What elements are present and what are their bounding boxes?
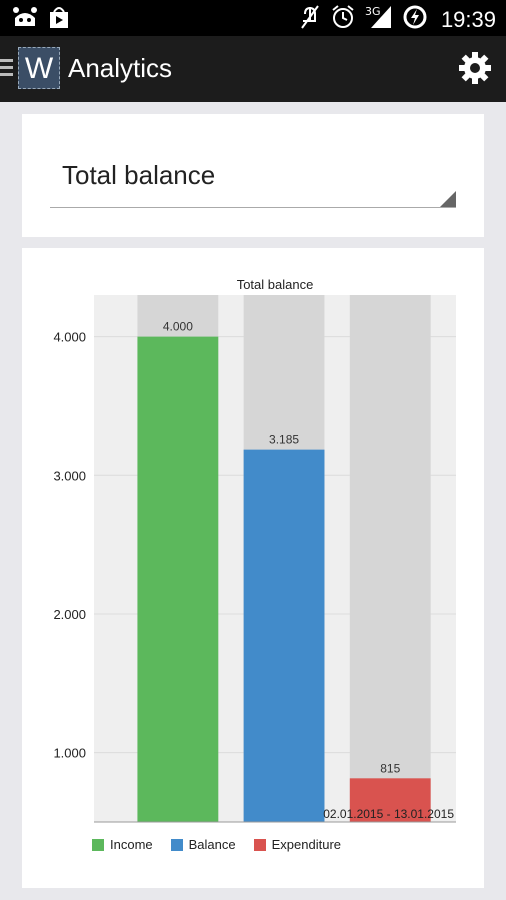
legend-label: Income — [110, 837, 153, 852]
legend-item-expenditure: Expenditure — [253, 837, 342, 852]
menu-icon[interactable] — [0, 59, 14, 79]
y-tick-label: 2.000 — [53, 607, 86, 622]
legend-swatch — [92, 838, 104, 851]
settings-button[interactable] — [458, 51, 492, 85]
chart-card: Total balance 1.000 2.000 3.000 4.000 4.000 3.… — [22, 248, 484, 888]
legend-label: Expenditure — [271, 837, 342, 852]
legend-swatch — [170, 838, 183, 851]
chart-title: Total balance — [237, 277, 314, 292]
x-axis-label: 02.01.2015 - 13.01.2015 — [323, 807, 454, 821]
play-store-icon — [48, 6, 70, 35]
legend-item-income: Income — [92, 837, 153, 852]
report-selector-card: Total balance — [22, 114, 484, 237]
y-tick-label: 4.000 — [53, 330, 86, 345]
gear-icon — [458, 52, 492, 89]
app-logo[interactable]: W — [18, 47, 60, 89]
bar-value-label: 3.185 — [269, 433, 299, 447]
dropdown-triangle-icon — [440, 191, 456, 207]
alarm-icon — [331, 4, 355, 35]
action-bar: W Analytics — [0, 36, 506, 102]
legend-item-balance: Balance — [170, 837, 236, 852]
android-icon — [12, 6, 38, 35]
balance-chart: Total balance 1.000 2.000 3.000 4.000 4.000 3.… — [53, 277, 456, 823]
bar-value-label: 4.000 — [163, 320, 193, 334]
report-type-value: Total balance — [62, 160, 216, 190]
battery-charging-icon — [403, 4, 427, 35]
bar-background — [349, 295, 431, 822]
dropdown-underline — [50, 207, 456, 208]
svg-text:3G: 3G — [365, 5, 381, 18]
y-tick-label: 3.000 — [53, 468, 86, 483]
clock: 19:39 — [440, 6, 496, 32]
legend-swatch — [253, 838, 266, 851]
bar-value-label: 815 — [380, 761, 400, 775]
bar-balance — [243, 449, 325, 822]
page-title: Analytics — [68, 53, 173, 83]
bar-income — [137, 336, 219, 822]
legend-label: Balance — [188, 837, 236, 852]
y-tick-label: 1.000 — [53, 746, 86, 761]
status-bar: 3G 19:39 — [0, 0, 506, 36]
signal-icon: 3G — [365, 4, 393, 35]
chart-legend: Income Balance Expenditure — [92, 837, 341, 852]
mute-icon — [299, 4, 321, 35]
